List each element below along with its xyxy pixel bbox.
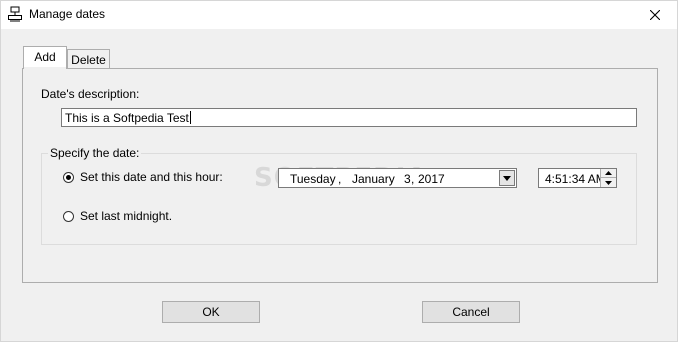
manage-dates-window: Manage dates Add Delete Date's descripti… — [0, 0, 678, 342]
tab-add-label: Add — [34, 50, 56, 64]
arrow-up-icon — [605, 171, 612, 175]
time-value[interactable]: 4:51:34 AM — [545, 172, 606, 186]
tab-join — [24, 67, 66, 70]
arrow-down-icon — [605, 180, 612, 185]
tab-delete[interactable]: Delete — [67, 49, 110, 69]
tab-delete-label: Delete — [71, 53, 106, 67]
date-year[interactable]: 2017 — [418, 172, 445, 186]
radio-set-this-date[interactable] — [63, 172, 74, 183]
ok-button-label: OK — [202, 305, 220, 319]
close-icon — [650, 10, 660, 20]
title-bar: Manage dates — [1, 1, 677, 29]
ok-button[interactable]: OK — [162, 301, 260, 323]
chevron-down-icon — [503, 175, 511, 181]
date-dropdown-button[interactable] — [499, 170, 515, 186]
radio-last-midnight-label[interactable]: Set last midnight. — [80, 209, 172, 223]
date-month[interactable]: January — [352, 172, 395, 186]
description-input[interactable]: This is a Softpedia Test — [61, 108, 637, 127]
text-caret — [189, 111, 191, 124]
tab-add[interactable]: Add — [23, 46, 67, 69]
date-separator: , — [338, 172, 342, 186]
spin-down-button[interactable] — [601, 178, 616, 187]
time-picker[interactable]: 4:51:34 AM — [538, 168, 617, 188]
close-button[interactable] — [633, 1, 677, 29]
window-title: Manage dates — [29, 7, 106, 21]
time-spinner — [600, 169, 616, 187]
radio-last-midnight[interactable] — [63, 211, 74, 222]
date-day[interactable]: 3 — [404, 172, 411, 186]
cancel-button[interactable]: Cancel — [422, 301, 520, 323]
description-label: Date's description: — [41, 87, 140, 101]
app-icon — [7, 6, 23, 22]
date-picker[interactable]: Tuesday , January 3 , 2017 — [278, 168, 517, 188]
cancel-button-label: Cancel — [452, 305, 490, 319]
specify-date-legend: Specify the date: — [48, 146, 142, 160]
date-separator: , — [411, 172, 415, 186]
radio-set-this-date-label[interactable]: Set this date and this hour: — [80, 170, 223, 184]
date-weekday[interactable]: Tuesday — [290, 172, 336, 186]
spin-up-button[interactable] — [601, 169, 616, 178]
description-value: This is a Softpedia Test — [65, 111, 189, 125]
